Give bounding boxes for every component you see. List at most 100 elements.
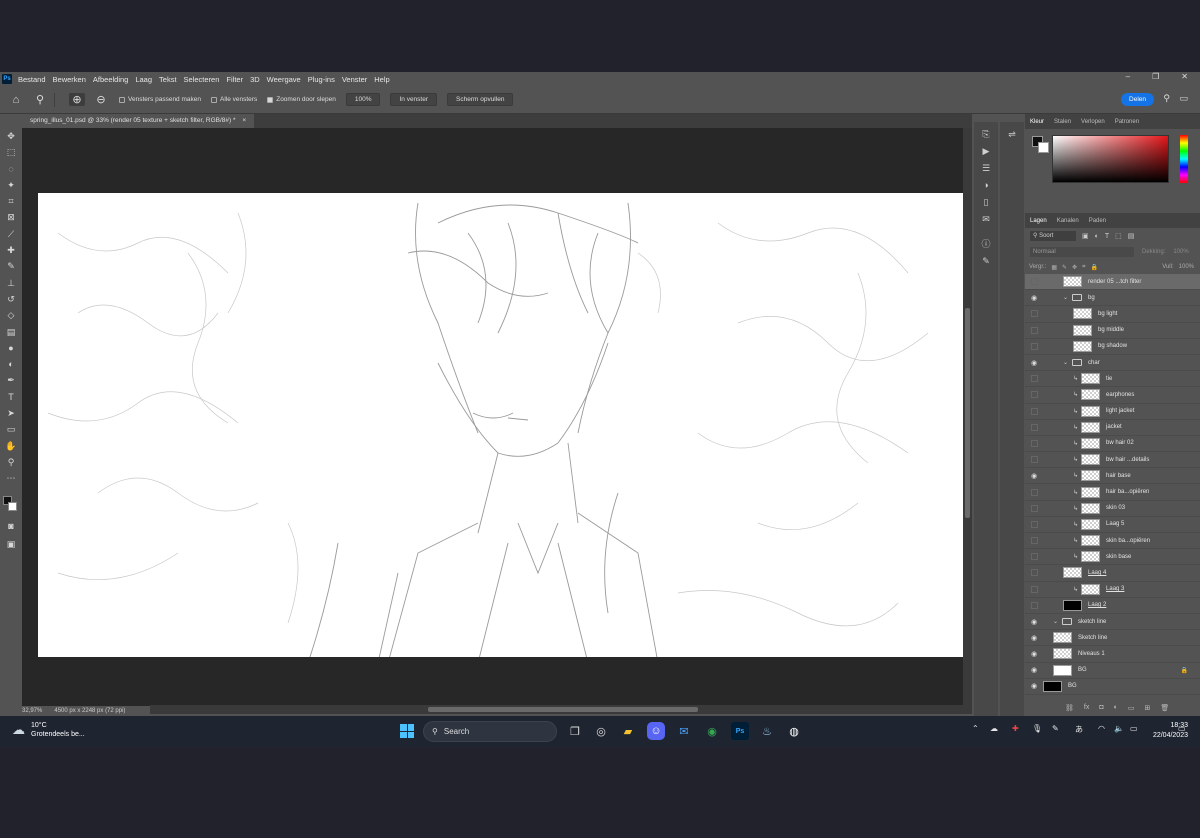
history-icon[interactable]: ⎘: [974, 126, 998, 143]
photoshop-logo-icon[interactable]: Ps: [2, 74, 12, 84]
frame-tool-icon[interactable]: ⊠: [0, 209, 22, 225]
tab-paden[interactable]: Paden: [1084, 218, 1111, 224]
layer-row[interactable]: bg shadow: [1025, 339, 1200, 355]
add-mask-icon[interactable]: ◘: [1099, 704, 1103, 712]
brush-settings-icon[interactable]: ✎: [974, 253, 998, 270]
tab-kleur[interactable]: Kleur: [1025, 119, 1049, 125]
tab-stalen[interactable]: Stalen: [1049, 119, 1076, 125]
layer-row[interactable]: ↳ Laag 3: [1025, 582, 1200, 598]
eye-hidden-icon[interactable]: [1029, 391, 1039, 398]
zoom-tool-icon[interactable]: ⚲: [0, 454, 22, 470]
task-view-icon[interactable]: ❐: [566, 722, 584, 740]
layer-thumbnail[interactable]: [1063, 276, 1082, 288]
menu-help[interactable]: Help: [374, 75, 389, 84]
blur-tool-icon[interactable]: ●: [0, 340, 22, 356]
chrome-icon[interactable]: ◉: [703, 722, 721, 740]
menu-afbeelding[interactable]: Afbeelding: [93, 75, 128, 84]
gradient-tool-icon[interactable]: ▤: [0, 324, 22, 340]
layer-row[interactable]: ↳ skin base: [1025, 549, 1200, 566]
menu-filter[interactable]: Filter: [226, 75, 243, 84]
more-tools-icon[interactable]: ⋯: [0, 470, 22, 486]
menu-tekst[interactable]: Tekst: [159, 75, 177, 84]
eye-hidden-icon[interactable]: [1029, 375, 1039, 382]
filter-type-icon[interactable]: T: [1105, 233, 1109, 240]
layer-row[interactable]: ↳ bw hair 02: [1025, 436, 1200, 453]
eye-icon[interactable]: ◉: [1029, 682, 1039, 690]
layer-row[interactable]: ↳ bw hair ...details: [1025, 452, 1200, 469]
canvas-area[interactable]: [22, 128, 972, 706]
zoom-tool-icon[interactable]: ⚲: [32, 93, 48, 106]
eye-icon[interactable]: ◉: [1029, 294, 1039, 302]
layer-style-icon[interactable]: fx: [1084, 704, 1089, 712]
expand-group-icon[interactable]: ⌄: [1063, 359, 1068, 366]
sliders-icon[interactable]: ⇌: [1000, 126, 1024, 143]
photoshop-taskbar-icon[interactable]: Ps: [731, 722, 749, 740]
layer-row[interactable]: bg middle: [1025, 323, 1200, 339]
eye-icon[interactable]: ◉: [1029, 650, 1039, 658]
resize-windows-checkbox[interactable]: Vensters passend maken: [119, 96, 201, 103]
eye-hidden-icon[interactable]: [1029, 602, 1039, 609]
eye-hidden-icon[interactable]: [1029, 569, 1039, 576]
layer-thumbnail[interactable]: [1081, 535, 1101, 547]
search-icon[interactable]: ⚲: [1163, 93, 1170, 104]
menu-bewerken[interactable]: Bewerken: [53, 75, 86, 84]
layer-row[interactable]: ↳ light jacket: [1025, 404, 1200, 420]
adjustment-layer-icon[interactable]: ◐: [1114, 704, 1118, 712]
stamp-tool-icon[interactable]: ⊥: [0, 275, 22, 291]
wifi-icon[interactable]: ◠: [1098, 724, 1105, 733]
eye-icon[interactable]: ◉: [1029, 359, 1039, 367]
tab-verlopen[interactable]: Verlopen: [1076, 119, 1110, 125]
layer-thumbnail[interactable]: [1081, 486, 1101, 498]
mail-icon[interactable]: ✉: [675, 722, 693, 740]
eye-hidden-icon[interactable]: [1029, 310, 1039, 317]
document-canvas[interactable]: [38, 193, 963, 657]
layer-row[interactable]: ◉ ⌄ char: [1025, 355, 1200, 372]
weather-widget[interactable]: ☁ 10°C Grotendeels be...: [12, 721, 85, 739]
layer-thumbnail[interactable]: [1081, 502, 1101, 514]
layer-row[interactable]: ↳ earphones: [1025, 387, 1200, 404]
layer-filter-select[interactable]: ⚲ Soort: [1030, 231, 1076, 241]
eye-icon[interactable]: ◉: [1029, 666, 1039, 674]
brush-tool-icon[interactable]: ✎: [0, 258, 22, 274]
rectangle-tool-icon[interactable]: ▭: [0, 421, 22, 437]
layer-row[interactable]: ◉ Sketch line: [1025, 630, 1200, 647]
zoom-out-icon[interactable]: ⊖: [93, 93, 109, 106]
blend-mode-select[interactable]: Normaal: [1030, 247, 1134, 257]
layer-row[interactable]: ◉ ↳ hair base: [1025, 468, 1200, 485]
background-color-swatch[interactable]: [1038, 142, 1049, 153]
tab-kanalen[interactable]: Kanalen: [1052, 218, 1084, 224]
microphone-icon[interactable]: 🎙: [1032, 724, 1042, 733]
layer-thumbnail[interactable]: [1073, 324, 1092, 336]
layer-thumbnail[interactable]: [1063, 567, 1082, 579]
menu-weergave[interactable]: Weergave: [267, 75, 301, 84]
obs-icon[interactable]: ◍: [785, 722, 803, 740]
tray-chevron-icon[interactable]: ⌃: [972, 724, 979, 733]
menu-3d[interactable]: 3D: [250, 75, 260, 84]
lock-artboard-icon[interactable]: ⌗: [1082, 264, 1085, 271]
opacity-value[interactable]: 100%: [1173, 249, 1188, 255]
dodge-tool-icon[interactable]: ◐: [0, 356, 22, 372]
menu-venster[interactable]: Venster: [342, 75, 367, 84]
lasso-tool-icon[interactable]: ◌: [0, 161, 22, 177]
magic-wand-tool-icon[interactable]: ✦: [0, 177, 22, 193]
lock-position-icon[interactable]: ✥: [1072, 264, 1077, 271]
language-icon[interactable]: あ: [1075, 724, 1083, 735]
share-button[interactable]: Delen: [1121, 93, 1154, 106]
move-tool-icon[interactable]: ✥: [0, 128, 22, 144]
layer-thumbnail[interactable]: [1043, 680, 1062, 692]
filter-smart-icon[interactable]: ▤: [1128, 232, 1135, 240]
new-layer-icon[interactable]: ⊞: [1144, 704, 1150, 712]
layer-thumbnail[interactable]: [1081, 551, 1101, 563]
layer-thumbnail[interactable]: [1053, 664, 1072, 676]
pen-tool-icon[interactable]: ✒: [0, 372, 22, 388]
layer-row[interactable]: ◉ BG: [1025, 679, 1200, 695]
eyedropper-tool-icon[interactable]: ⟋: [0, 226, 22, 242]
lock-all-icon[interactable]: 🔒: [1090, 264, 1097, 271]
tab-patronen[interactable]: Patronen: [1110, 119, 1144, 125]
vertical-scrollbar[interactable]: [963, 128, 972, 706]
info-icon[interactable]: ⓘ: [974, 236, 998, 253]
zoom-in-icon[interactable]: ⊕: [69, 93, 85, 106]
layer-thumbnail[interactable]: [1073, 308, 1092, 320]
discord-icon[interactable]: ☺: [647, 722, 665, 740]
eraser-tool-icon[interactable]: ◇: [0, 307, 22, 323]
